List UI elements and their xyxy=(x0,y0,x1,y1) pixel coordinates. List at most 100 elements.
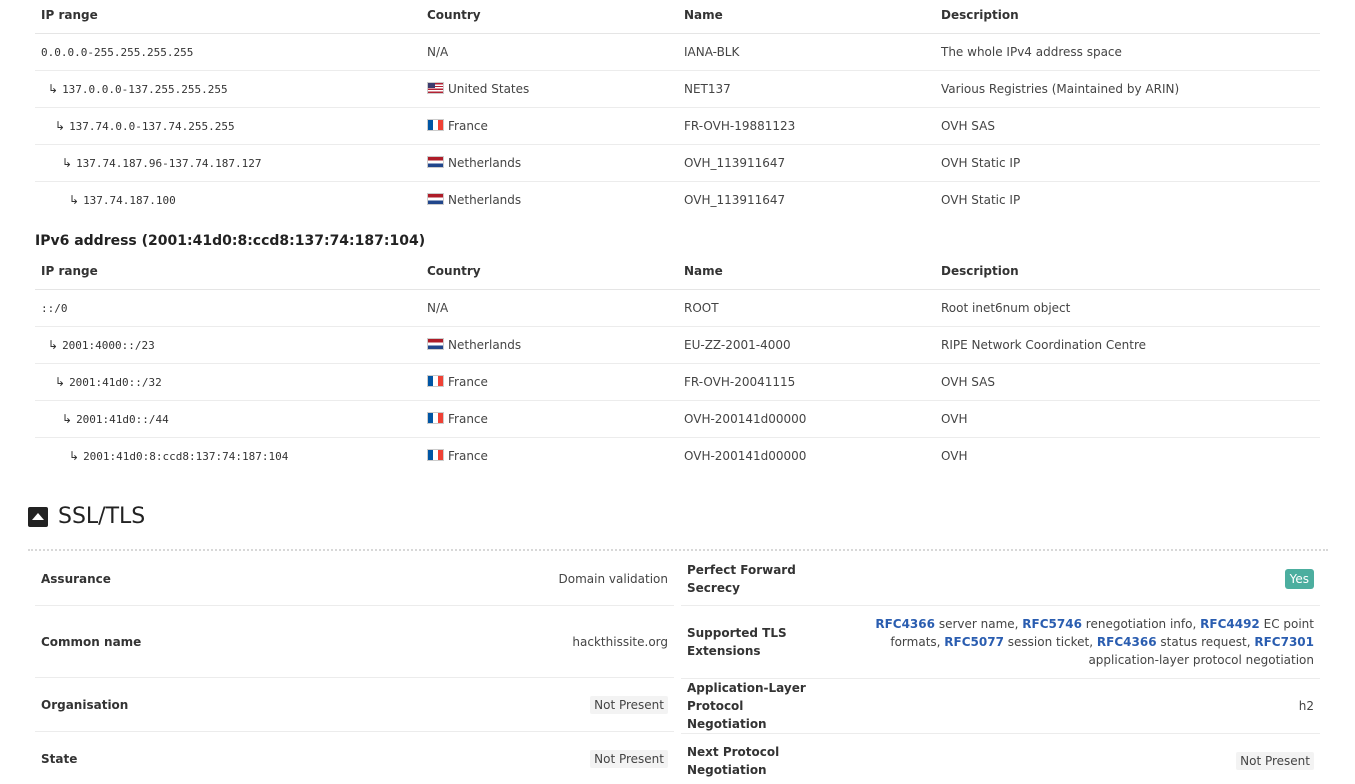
child-arrow-icon: ↳ xyxy=(62,155,73,170)
table-row: ↳ 137.74.187.100 Netherlands OVH_113911647 O… xyxy=(35,181,1320,218)
country-name: Netherlands xyxy=(448,155,522,170)
not-present-chip: Not Present xyxy=(590,750,668,768)
description-cell: OVH Static IP xyxy=(941,192,1021,207)
country-name: France xyxy=(448,411,488,426)
column-header-name: Name xyxy=(678,0,935,34)
row-label: Supported TLS Extensions xyxy=(687,626,787,658)
column-header-ip-range: IP range xyxy=(35,0,421,34)
not-present-chip: Not Present xyxy=(590,695,668,714)
country-name: N/A xyxy=(427,44,449,59)
row-label: Perfect Forward Secrecy xyxy=(687,562,796,595)
child-arrow-icon: ↳ xyxy=(55,374,66,389)
table-row: ↳ 2001:4000::/23 Netherlands EU-ZZ-2001-400… xyxy=(35,326,1320,364)
ssl-row-organisation: Organisation Not Present xyxy=(35,678,674,732)
ip-range-cell: ::/0 xyxy=(35,289,421,327)
child-arrow-icon: ↳ xyxy=(48,81,59,96)
country-cell: United States xyxy=(421,70,678,108)
network-name-cell: EU-ZZ-2001-4000 xyxy=(678,326,935,364)
ip-range-cell: ↳ 2001:41d0::/32 xyxy=(35,363,421,401)
country-cell: N/A xyxy=(421,33,678,71)
table-header-row: IP range Country Name Description xyxy=(35,0,1320,34)
ip-range-cell: ↳ 2001:41d0:8:ccd8:137:74:187:104 xyxy=(35,437,421,474)
network-name-cell: IANA-BLK xyxy=(678,33,935,71)
rfc-link[interactable]: RFC4492 xyxy=(1200,617,1260,631)
network-name-cell: OVH-200141d00000 xyxy=(684,448,807,463)
ip-range-cell: ↳ 2001:4000::/23 xyxy=(35,326,421,364)
ip-range-text: 137.74.187.100 xyxy=(83,193,176,207)
ssl-section-header[interactable]: SSL/TLS xyxy=(28,504,145,529)
ssl-left-column: Assurance Domain validation Common name … xyxy=(35,552,674,784)
ip-range-cell: 0.0.0.0-255.255.255.255 xyxy=(35,33,421,71)
ip-range-cell: ↳ 137.0.0.0-137.255.255.255 xyxy=(35,70,421,108)
network-name-cell: OVH_113911647 xyxy=(684,192,786,207)
rfc-link[interactable]: RFC4366 xyxy=(875,617,935,631)
ssl-section-title: SSL/TLS xyxy=(58,504,146,529)
child-arrow-icon: ↳ xyxy=(69,448,80,463)
rfc-link[interactable]: RFC7301 xyxy=(1254,635,1314,649)
extension-description: status request xyxy=(1160,635,1247,649)
description-cell: OVH SAS xyxy=(935,363,1320,401)
description-cell: Root inet6num object xyxy=(935,289,1320,327)
column-header-description: Description xyxy=(935,0,1320,34)
network-name-cell: NET137 xyxy=(678,70,935,108)
ip-range-text: 2001:41d0::/44 xyxy=(76,412,169,426)
country-name: France xyxy=(448,448,488,463)
country-name: France xyxy=(448,118,488,133)
country-cell: Netherlands xyxy=(421,326,678,364)
description-cell: The whole IPv4 address space xyxy=(935,33,1320,71)
collapse-triangle-icon[interactable] xyxy=(28,506,48,527)
table-row: ↳ 2001:41d0::/44 France OVH-200141d00000 OVH xyxy=(35,400,1320,438)
flag-us-icon xyxy=(427,81,444,94)
row-value: h2 xyxy=(1298,699,1314,713)
ipv6-address-heading: IPv6 address (2001:41d0:8:ccd8:137:74:18… xyxy=(35,233,426,249)
ip-range-text: 137.74.187.96-137.74.187.127 xyxy=(76,156,262,170)
flag-nl-icon xyxy=(427,337,444,350)
country-cell: Netherlands xyxy=(421,181,678,218)
row-label: Next Protocol Negotiation xyxy=(687,745,780,777)
column-header-description: Description xyxy=(935,254,1320,290)
child-arrow-icon: ↳ xyxy=(62,411,73,426)
description-cell: RIPE Network Coordination Centre xyxy=(935,326,1320,364)
country-cell: France xyxy=(421,400,678,438)
country-cell: France xyxy=(421,107,678,145)
row-value: hackthissite.org xyxy=(572,634,668,649)
network-name-cell: FR-OVH-20041115 xyxy=(678,363,935,401)
rfc-link[interactable]: RFC5746 xyxy=(1022,617,1082,631)
ssl-row-tls-extensions: Supported TLS Extensions RFC4366 server … xyxy=(681,606,1320,679)
extension-description: renegotiation info xyxy=(1085,617,1193,631)
country-cell: Netherlands xyxy=(421,144,678,182)
description-cell: OVH SAS xyxy=(935,107,1320,145)
ip-range-text: 137.74.0.0-137.74.255.255 xyxy=(69,119,235,133)
flag-nl-icon xyxy=(427,192,444,205)
ip-range-cell: ↳ 137.74.0.0-137.74.255.255 xyxy=(35,107,421,145)
network-name-cell: ROOT xyxy=(678,289,935,327)
rfc-link[interactable]: RFC4366 xyxy=(1097,635,1157,649)
table-row: ↳ 2001:41d0:8:ccd8:137:74:187:104 France OV… xyxy=(35,437,1320,474)
extension-description: session ticket xyxy=(1007,635,1090,649)
ipv6-range-table: IP range Country Name Description ::/0 N/… xyxy=(35,254,1320,474)
table-header-row: IP range Country Name Description xyxy=(35,254,1320,290)
row-value: Domain validation xyxy=(558,571,668,586)
ip-range-cell: ↳ 2001:41d0::/44 xyxy=(35,400,421,438)
extension-description: application-layer protocol negotiation xyxy=(1088,653,1314,667)
flag-fr-icon xyxy=(427,374,444,387)
ssl-row-assurance: Assurance Domain validation xyxy=(35,552,674,606)
child-arrow-icon: ↳ xyxy=(69,192,80,207)
network-name-cell: OVH-200141d00000 xyxy=(678,400,935,438)
row-label: Organisation xyxy=(41,697,129,712)
ssl-right-column: Perfect Forward Secrecy Yes Supported TL… xyxy=(681,552,1320,784)
row-label: Application-Layer Protocol Negotiation xyxy=(687,681,806,731)
flag-fr-icon xyxy=(427,411,444,424)
ssl-row-npn: Next Protocol Negotiation Not Present xyxy=(681,734,1320,784)
ip-range-text: 2001:41d0::/32 xyxy=(69,375,162,389)
table-row: ↳ 2001:41d0::/32 France FR-OVH-20041115 OVH … xyxy=(35,363,1320,401)
table-row: ::/0 N/A ROOT Root inet6num object xyxy=(35,289,1320,327)
yes-badge: Yes xyxy=(1284,568,1314,589)
ip-range-cell: ↳ 137.74.187.96-137.74.187.127 xyxy=(35,144,421,182)
rfc-link[interactable]: RFC5077 xyxy=(944,635,1004,649)
extension-description: server name xyxy=(938,617,1015,631)
table-row: ↳ 137.74.187.96-137.74.187.127 Netherlands… xyxy=(35,144,1320,182)
row-label: State xyxy=(41,752,78,766)
description-cell: OVH xyxy=(935,400,1320,438)
flag-fr-icon xyxy=(427,448,444,461)
